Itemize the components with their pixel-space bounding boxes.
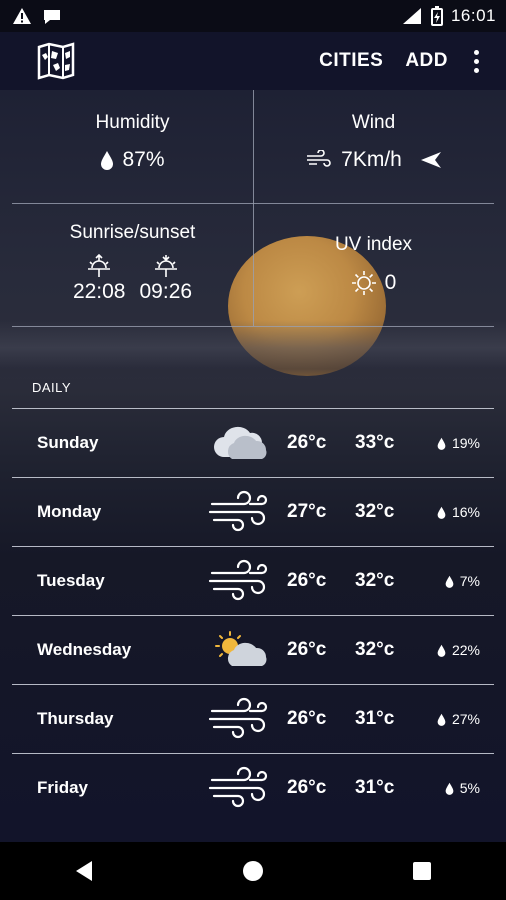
high-temp: 32°c	[355, 639, 395, 660]
precipitation-chance: 19%	[437, 409, 480, 477]
sunset-time: 09:26	[139, 280, 193, 303]
low-temp: 26°c	[287, 639, 327, 660]
low-temp: 26°c	[287, 777, 327, 798]
daily-row[interactable]: Sunday 26°c 33°c 19%	[12, 408, 494, 477]
precipitation-chance: 27%	[437, 685, 480, 753]
drop-icon	[437, 713, 446, 726]
precipitation-chance: 7%	[445, 547, 480, 615]
wind-cell: Wind 7Km/h	[253, 112, 494, 172]
status-bar: 16:01	[0, 0, 506, 32]
sunrise-sunset-label: Sunrise/sunset	[69, 222, 196, 243]
drop-icon	[437, 506, 446, 519]
divider	[12, 203, 494, 204]
sunrise-time: 22:08	[72, 280, 126, 303]
wind-direction-icon	[420, 152, 441, 168]
weather-details: Humidity 87% Wind 7Km/h Sunrise/sunset 2…	[12, 90, 494, 328]
uv-index-label: UV index	[334, 234, 413, 255]
precipitation-chance: 5%	[445, 754, 480, 822]
status-time: 16:01	[450, 6, 496, 25]
drop-icon	[101, 151, 114, 170]
uv-index-cell: UV index 0	[253, 234, 494, 296]
battery-icon	[430, 6, 443, 26]
uv-index-value: 0	[384, 271, 397, 294]
wind-icon	[307, 150, 331, 167]
back-icon	[76, 861, 93, 881]
sunset-icon	[154, 255, 177, 277]
wind-icon	[208, 559, 270, 603]
high-temp: 31°c	[355, 708, 395, 729]
overflow-menu-icon[interactable]	[472, 49, 480, 73]
day-name: Thursday	[37, 709, 114, 728]
drop-icon	[445, 575, 454, 588]
precipitation-chance: 16%	[437, 478, 480, 546]
drop-icon	[437, 644, 446, 657]
day-name: Tuesday	[37, 571, 105, 590]
low-temp: 26°c	[287, 432, 327, 453]
drop-icon	[445, 782, 454, 795]
high-temp: 33°c	[355, 432, 395, 453]
back-button[interactable]	[54, 842, 114, 900]
home-button[interactable]	[223, 842, 283, 900]
cities-button[interactable]: CITIES	[319, 50, 383, 72]
humidity-label: Humidity	[95, 112, 170, 133]
day-name: Wednesday	[37, 640, 132, 659]
message-icon	[44, 10, 60, 24]
daily-row[interactable]: Monday 27°c 32°c 16%	[12, 477, 494, 546]
add-button[interactable]: ADD	[405, 50, 448, 72]
day-name: Sunday	[37, 433, 99, 452]
divider	[12, 326, 494, 327]
cloud-icon	[208, 421, 270, 465]
navigation-bar	[0, 842, 506, 900]
recents-button[interactable]	[392, 842, 452, 900]
precipitation-value: 22%	[451, 642, 480, 658]
daily-row[interactable]: Tuesday 26°c 32°c 7%	[12, 546, 494, 615]
low-temp: 26°c	[287, 708, 327, 729]
precipitation-value: 16%	[451, 504, 480, 520]
signal-icon	[402, 8, 421, 24]
daily-forecast-list: Sunday 26°c 33°c 19% Monday 27°c 32°c 16% Tuesda…	[12, 408, 494, 822]
precipitation-value: 27%	[451, 711, 480, 727]
wind-icon	[208, 697, 270, 741]
low-temp: 26°c	[287, 570, 327, 591]
daily-section-label: DAILY	[32, 380, 72, 395]
map-logo-icon[interactable]	[36, 41, 76, 81]
recents-icon	[412, 862, 431, 880]
high-temp: 32°c	[355, 501, 395, 522]
day-name: Friday	[37, 778, 89, 797]
wind-value: 7Km/h	[341, 148, 402, 171]
low-temp: 27°c	[287, 501, 327, 522]
sunrise-icon	[88, 254, 111, 277]
humidity-value: 87%	[122, 148, 165, 171]
warning-icon	[13, 8, 31, 24]
wind-label: Wind	[351, 112, 396, 133]
home-icon	[242, 861, 263, 881]
humidity-cell: Humidity 87%	[12, 112, 253, 172]
wind-icon	[208, 766, 270, 810]
day-name: Monday	[37, 502, 102, 521]
precipitation-value: 19%	[451, 435, 480, 451]
app-bar: CITIES ADD	[0, 32, 506, 90]
high-temp: 32°c	[355, 570, 395, 591]
wind-icon	[208, 490, 270, 534]
daily-row[interactable]: Wednesday 26°c 32°c 22%	[12, 615, 494, 684]
daily-row[interactable]: Thursday 26°c 31°c 27%	[12, 684, 494, 753]
sunrise-sunset-cell: Sunrise/sunset 22:08 09:26	[12, 222, 253, 304]
precipitation-value: 5%	[459, 780, 480, 796]
precipitation-value: 7%	[459, 573, 480, 589]
precipitation-chance: 22%	[437, 616, 480, 684]
daily-row[interactable]: Friday 26°c 31°c 5%	[12, 753, 494, 822]
sun-icon	[351, 271, 376, 295]
drop-icon	[437, 437, 446, 450]
high-temp: 31°c	[355, 777, 395, 798]
partly-cloudy-icon	[208, 628, 270, 672]
